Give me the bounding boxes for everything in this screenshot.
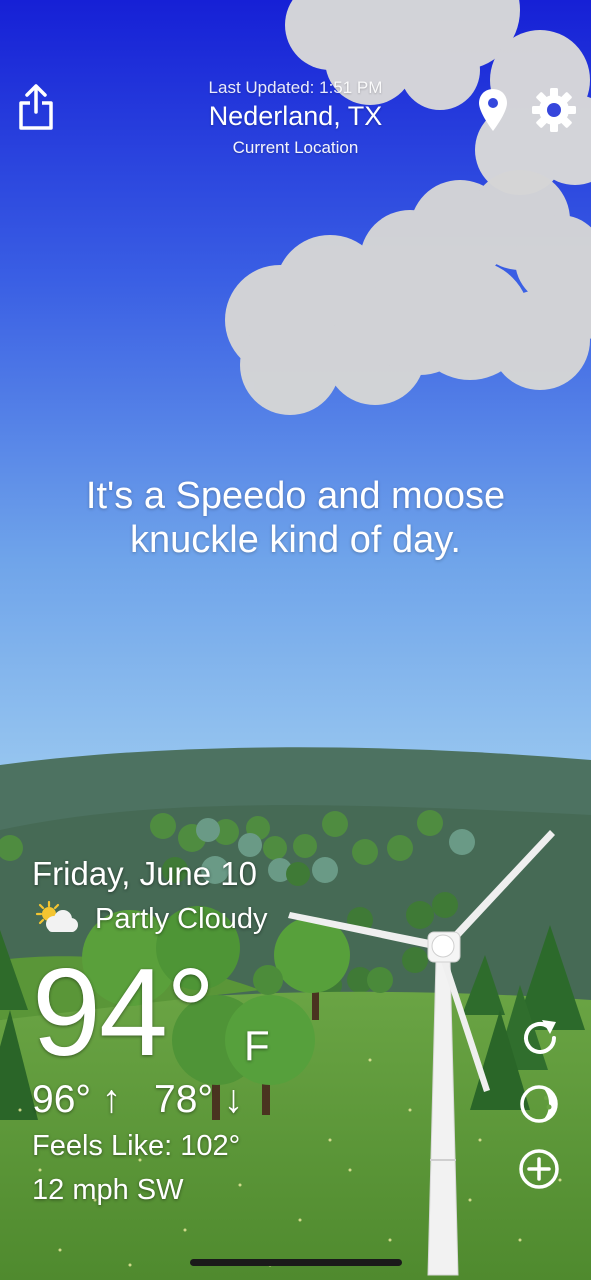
high-temperature: 96° ↑ — [32, 1078, 122, 1121]
low-temperature: 78° ↓ — [154, 1078, 244, 1121]
settings-button[interactable] — [530, 86, 578, 134]
date-label: Friday, June 10 — [32, 855, 258, 892]
add-location-button[interactable] — [518, 1148, 562, 1192]
home-indicator[interactable] — [190, 1259, 402, 1266]
location-button[interactable] — [478, 88, 508, 132]
condition-label: Partly Cloudy — [95, 903, 268, 935]
temperature-unit: F — [244, 1022, 270, 1069]
location-pin-icon — [479, 89, 507, 131]
refresh-icon — [524, 1020, 556, 1054]
location-caption: Current Location — [232, 138, 359, 157]
refresh-button[interactable] — [518, 1016, 562, 1060]
temperature-value: 94° — [32, 944, 216, 1082]
partly-cloudy-icon — [35, 900, 78, 932]
moon-phase-button[interactable] — [518, 1082, 562, 1126]
weather-tagline: It's a Speedo and moose knuckle kind of … — [85, 475, 506, 561]
gear-icon — [532, 88, 576, 132]
moon-phase-icon — [520, 1085, 558, 1123]
condition-row: Partly Cloudy — [32, 898, 332, 938]
feels-like: Feels Like: 102° — [32, 1130, 241, 1162]
add-icon — [519, 1149, 559, 1189]
wind-speed: 12 mph SW — [32, 1174, 184, 1206]
